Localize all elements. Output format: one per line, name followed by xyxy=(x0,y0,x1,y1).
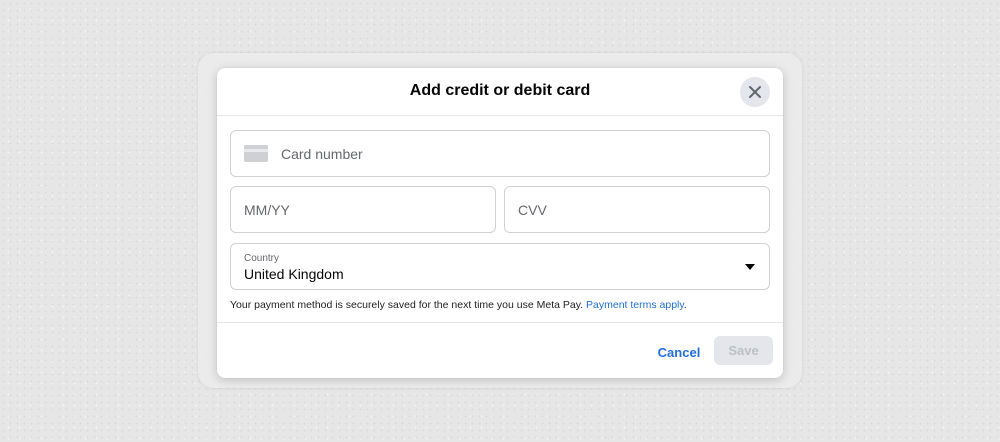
cvv-placeholder: CVV xyxy=(518,202,547,218)
payment-terms-link[interactable]: Payment terms apply xyxy=(586,299,684,311)
save-button[interactable]: Save xyxy=(714,336,773,365)
payment-notice: Your payment method is securely saved fo… xyxy=(230,299,687,311)
cancel-button[interactable]: Cancel xyxy=(647,338,711,366)
caret-down-icon xyxy=(745,264,755,270)
expiry-field[interactable]: MM/YY xyxy=(230,186,496,233)
card-number-field[interactable]: Card number xyxy=(230,130,770,177)
footer-divider xyxy=(217,322,783,323)
add-card-dialog: Add credit or debit card Card number MM/… xyxy=(217,68,783,378)
country-label: Country xyxy=(244,253,280,264)
dialog-header: Add credit or debit card xyxy=(217,68,783,116)
close-icon xyxy=(749,86,761,98)
dialog-title: Add credit or debit card xyxy=(409,82,591,99)
expiry-placeholder: MM/YY xyxy=(244,202,290,218)
country-value: United Kingdom xyxy=(244,266,344,282)
notice-trailing: . xyxy=(683,299,687,311)
card-number-placeholder: Card number xyxy=(281,146,363,162)
credit-card-icon xyxy=(244,145,268,162)
country-select[interactable]: Country United Kingdom xyxy=(230,243,770,290)
close-button[interactable] xyxy=(740,77,770,107)
notice-text: Your payment method is securely saved fo… xyxy=(230,299,587,311)
cvv-field[interactable]: CVV xyxy=(504,186,770,233)
